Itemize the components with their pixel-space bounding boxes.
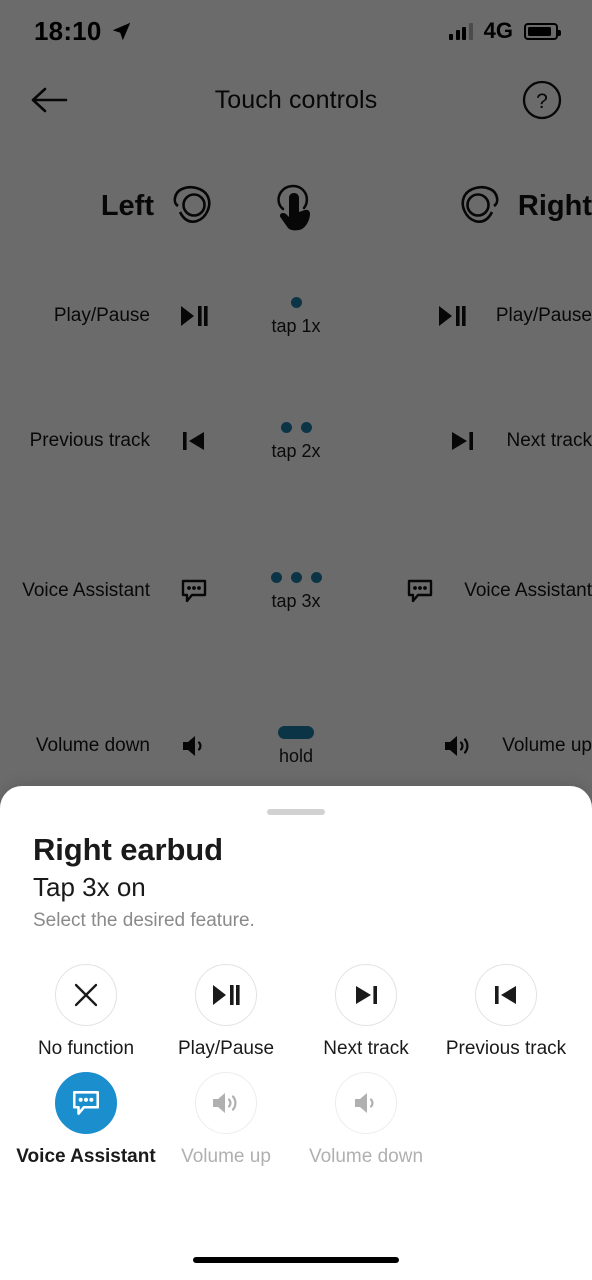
function-label: Next track xyxy=(506,430,592,452)
volume-down-icon xyxy=(166,718,222,774)
function-label: Previous track xyxy=(29,430,150,452)
status-bar-left: 18:10 xyxy=(34,16,132,47)
left-function-hold[interactable]: Volume down xyxy=(0,718,248,774)
function-label: Play/Pause xyxy=(53,305,150,327)
feature-options-row-2: Voice Assistant Volume up Volume down xyxy=(16,1062,576,1170)
sheet-title: Right earbud xyxy=(33,832,223,867)
left-function-tap-3x[interactable]: Voice Assistant xyxy=(0,563,248,619)
function-label: Voice Assistant xyxy=(22,580,150,602)
left-function-tap-1x[interactable]: Play/Pause xyxy=(0,288,248,344)
gesture-label: tap 2x xyxy=(271,440,321,461)
option-volume-down[interactable]: Volume down xyxy=(296,1062,436,1170)
home-indicator xyxy=(193,1257,399,1263)
gesture-indicator-tap-3x: tap 3x xyxy=(248,571,344,612)
play-pause-icon xyxy=(423,288,480,344)
earbud-icon xyxy=(168,183,216,229)
option-voice-assistant[interactable]: Voice Assistant xyxy=(16,1062,156,1170)
function-label: Voice Assistant xyxy=(464,580,592,602)
right-function-hold[interactable]: Volume up xyxy=(344,718,592,774)
volume-down-icon xyxy=(335,1071,397,1134)
voice-assistant-icon xyxy=(55,1071,117,1134)
option-no-function[interactable]: No function xyxy=(16,954,156,1062)
right-function-tap-2x[interactable]: Next track xyxy=(344,413,592,469)
tap-dots xyxy=(280,421,312,434)
gesture-label: tap 1x xyxy=(271,315,321,336)
earbud-icon xyxy=(456,183,504,229)
option-next-track[interactable]: Next track xyxy=(296,954,436,1062)
option-label: Volume up xyxy=(181,1145,271,1167)
sheet-hint: Select the desired feature. xyxy=(33,910,255,931)
tap-dots xyxy=(290,296,302,309)
option-label: Voice Assistant xyxy=(16,1145,156,1167)
back-arrow-icon[interactable] xyxy=(24,74,76,126)
status-time: 18:10 xyxy=(34,15,102,46)
gesture-label: hold xyxy=(278,745,314,766)
status-bar: 18:10 4G xyxy=(0,0,592,62)
previous-track-icon xyxy=(166,413,222,469)
battery-icon xyxy=(524,22,561,40)
function-label: Play/Pause xyxy=(495,305,592,327)
gesture-indicator-tap-2x: tap 2x xyxy=(248,421,344,462)
feature-selection-sheet: Right earbud Tap 3x on Select the desire… xyxy=(0,786,592,1280)
hold-pill xyxy=(278,725,314,739)
voice-assistant-icon xyxy=(166,563,222,619)
right-earbud-header: Right xyxy=(344,183,592,229)
close-x-icon xyxy=(55,964,117,1026)
feature-options-grid: No function Play/Pause Next track Previo… xyxy=(0,954,592,1169)
gesture-indicator-tap-1x: tap 1x xyxy=(248,296,344,337)
gesture-label: tap 3x xyxy=(271,590,321,611)
left-function-tap-2x[interactable]: Previous track xyxy=(0,413,248,469)
function-label: Volume up xyxy=(502,735,592,757)
sheet-subtitle: Tap 3x on xyxy=(33,872,146,902)
sheet-drag-handle[interactable] xyxy=(267,809,325,815)
app-header: Touch controls ? xyxy=(0,62,592,138)
gesture-row-tap-2x: Previous track tap 2x Next track xyxy=(0,390,592,491)
option-label: No function xyxy=(37,1038,135,1059)
right-function-tap-1x[interactable]: Play/Pause xyxy=(344,288,592,344)
earbud-header-row: Left Right xyxy=(0,146,592,266)
previous-track-icon xyxy=(475,964,537,1026)
next-track-icon xyxy=(434,413,491,469)
right-label: Right xyxy=(517,189,592,222)
voice-assistant-icon xyxy=(392,563,449,619)
option-label: Volume down xyxy=(308,1145,424,1167)
cellular-signal-icon xyxy=(449,22,473,40)
gesture-row-hold: Volume down hold Volume up xyxy=(0,695,592,796)
option-previous-track[interactable]: Previous track xyxy=(436,954,576,1062)
svg-text:?: ? xyxy=(536,90,548,113)
option-label: Next track xyxy=(323,1038,409,1059)
next-track-icon xyxy=(335,964,397,1026)
option-play-pause[interactable]: Play/Pause xyxy=(156,954,296,1062)
page-title: Touch controls xyxy=(214,85,378,114)
gesture-row-tap-1x: Play/Pause tap 1x Play/Pause xyxy=(0,266,592,366)
option-spacer xyxy=(436,1062,576,1170)
gesture-indicator-hold: hold xyxy=(248,725,344,767)
volume-up-icon xyxy=(195,1071,257,1134)
option-volume-up[interactable]: Volume up xyxy=(156,1062,296,1170)
help-circle-icon[interactable]: ? xyxy=(516,74,568,126)
network-type-label: 4G xyxy=(483,18,513,43)
play-pause-icon xyxy=(166,288,222,344)
gesture-row-tap-3x: Voice Assistant tap 3x Voice Assistant xyxy=(0,540,592,641)
tap-hand-icon xyxy=(248,179,344,233)
left-earbud-header: Left xyxy=(0,183,248,229)
function-label: Volume down xyxy=(35,735,150,757)
status-bar-right: 4G xyxy=(449,18,561,44)
tap-dots xyxy=(270,571,322,584)
play-pause-icon xyxy=(195,964,257,1026)
left-label: Left xyxy=(100,189,154,222)
option-label: Play/Pause xyxy=(177,1038,275,1059)
location-arrow-icon xyxy=(111,21,132,42)
volume-up-icon xyxy=(430,718,487,774)
feature-options-row-1: No function Play/Pause Next track Previo… xyxy=(16,954,576,1062)
option-label: Previous track xyxy=(445,1038,567,1059)
right-function-tap-3x[interactable]: Voice Assistant xyxy=(344,563,592,619)
